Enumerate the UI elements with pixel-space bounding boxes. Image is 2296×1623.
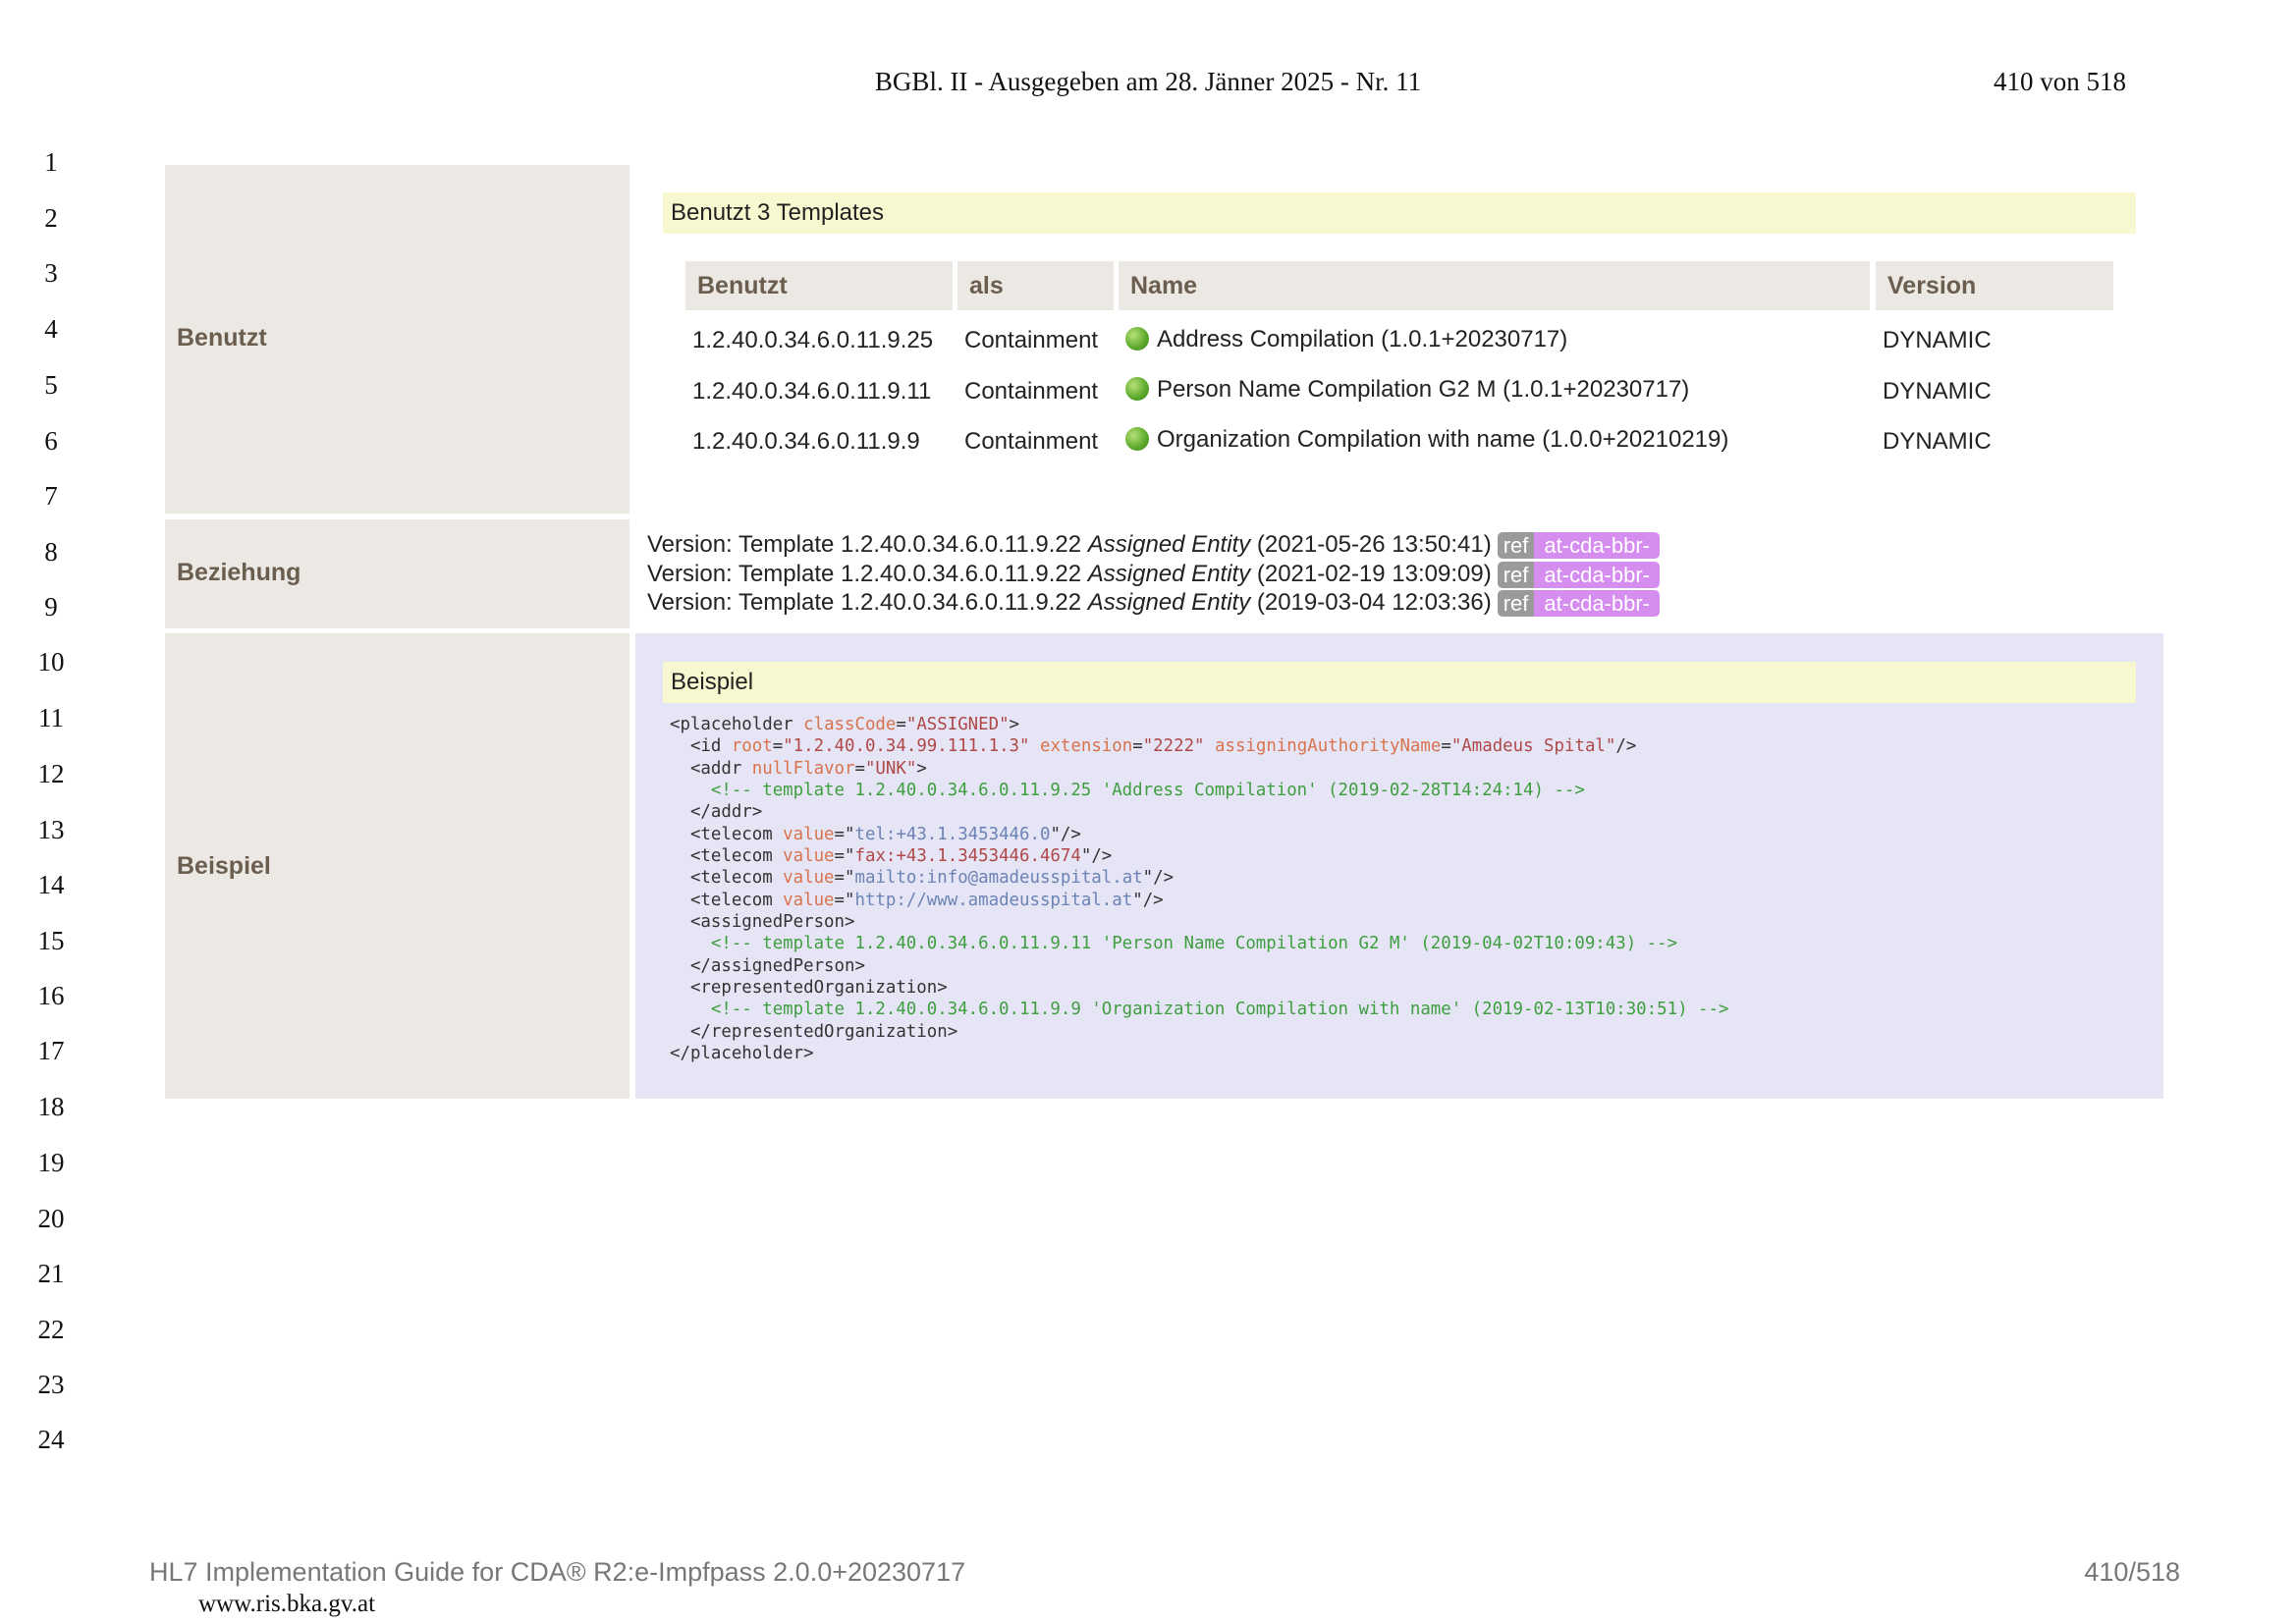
- template-name[interactable]: Person Name Compilation G2 M (1.0.1+2023…: [1125, 376, 1689, 404]
- line-number: 15: [37, 926, 65, 955]
- relationship-date: (2021‑05‑26 13:50:41): [1250, 531, 1492, 558]
- line-number: 20: [37, 1204, 65, 1233]
- status-active-icon: [1125, 326, 1149, 351]
- footer-url[interactable]: www.ris.bka.gv.at: [198, 1591, 375, 1618]
- template-version: DYNAMIC: [1883, 327, 1992, 353]
- status-active-icon: [1125, 376, 1149, 401]
- template-id: 1.2.40.0.34.6.0.11.9.25: [692, 327, 934, 353]
- benutzt-label-cell: Benutzt: [165, 165, 629, 514]
- relationship-template-name: Assigned Entity: [1087, 589, 1251, 616]
- relationship-prefix: Version: Template 1.2.40.0.34.6.0.11.9.2…: [647, 589, 1088, 616]
- relationship-date: (2021‑02‑19 13:09:09): [1250, 561, 1492, 587]
- line-number: 16: [37, 981, 65, 1010]
- template-relation: Containment: [964, 327, 1099, 353]
- beispiel-label-cell: Beispiel: [165, 633, 629, 1099]
- line-number: 17: [37, 1036, 65, 1065]
- line-number: 5: [44, 370, 58, 400]
- template-name-link[interactable]: Person Name Compilation G2 M (1.0.1+2023…: [1157, 376, 1689, 403]
- line-number: 8: [44, 537, 58, 567]
- column-header-version: Version: [1876, 261, 2113, 310]
- column-header-name: Name: [1119, 261, 1870, 310]
- template-name-link[interactable]: Organization Compilation with name (1.0.…: [1157, 426, 1728, 453]
- line-number: 13: [37, 815, 65, 844]
- document-header-title: BGBl. II - Ausgegeben am 28. Jänner 2025…: [874, 67, 1422, 96]
- line-number: 12: [37, 759, 65, 788]
- beispiel-caption: Beispiel: [663, 662, 2136, 703]
- relationship-date: (2019‑03‑04 12:03:36): [1250, 589, 1492, 616]
- beispiel-label: Beispiel: [177, 852, 271, 880]
- line-number: 22: [37, 1315, 65, 1344]
- template-relation: Containment: [964, 428, 1099, 455]
- ref-badge[interactable]: ref: [1497, 532, 1535, 560]
- template-id: 1.2.40.0.34.6.0.11.9.11: [692, 378, 932, 405]
- status-active-icon: [1125, 426, 1149, 451]
- ref-badge[interactable]: ref: [1497, 562, 1535, 589]
- document-page-number: 410 von 518: [1994, 67, 2126, 96]
- relationship-prefix: Version: Template 1.2.40.0.34.6.0.11.9.2…: [647, 561, 1088, 587]
- ref-badge[interactable]: ref: [1497, 590, 1535, 618]
- line-number: 21: [37, 1259, 65, 1288]
- benutzt-caption: Benutzt 3 Templates: [663, 192, 2136, 234]
- project-badge[interactable]: at-cda-bbr-: [1534, 532, 1660, 560]
- relationship-line: Version: Template 1.2.40.0.34.6.0.11.9.2…: [647, 530, 1660, 560]
- template-name[interactable]: Organization Compilation with name (1.0.…: [1125, 426, 1728, 454]
- line-number: 19: [37, 1148, 65, 1177]
- line-number: 3: [44, 258, 58, 288]
- line-number: 23: [37, 1370, 65, 1399]
- template-version: DYNAMIC: [1883, 428, 1992, 455]
- column-header-benutzt: Benutzt: [685, 261, 953, 310]
- project-badge[interactable]: at-cda-bbr-: [1534, 562, 1660, 589]
- footer-page-number: 410/518: [2084, 1557, 2180, 1587]
- relationship-template-name: Assigned Entity: [1087, 531, 1251, 558]
- line-number: 9: [44, 592, 58, 622]
- line-number: 14: [37, 870, 65, 899]
- line-number: 24: [37, 1425, 65, 1454]
- template-id: 1.2.40.0.34.6.0.11.9.9: [692, 428, 920, 455]
- line-number: 10: [37, 647, 65, 676]
- line-number: 2: [44, 203, 58, 233]
- line-number: 18: [37, 1092, 65, 1121]
- template-name[interactable]: Address Compilation (1.0.1+20230717): [1125, 326, 1567, 353]
- line-number: 7: [44, 481, 58, 511]
- line-number: 6: [44, 426, 58, 456]
- relationship-prefix: Version: Template 1.2.40.0.34.6.0.11.9.2…: [647, 531, 1088, 558]
- benutzt-label: Benutzt: [177, 324, 267, 352]
- example-code-block: <placeholder classCode="ASSIGNED"> <id r…: [670, 715, 1729, 1064]
- line-number: 1: [44, 147, 58, 177]
- beziehung-label: Beziehung: [177, 559, 301, 586]
- template-version: DYNAMIC: [1883, 378, 1992, 405]
- template-name-link[interactable]: Address Compilation (1.0.1+20230717): [1157, 326, 1567, 352]
- relationship-line: Version: Template 1.2.40.0.34.6.0.11.9.2…: [647, 560, 1660, 589]
- relationship-line: Version: Template 1.2.40.0.34.6.0.11.9.2…: [647, 588, 1660, 618]
- footer-guide-title: HL7 Implementation Guide for CDA® R2:e-I…: [149, 1557, 966, 1587]
- line-number: 11: [38, 703, 64, 732]
- template-relation: Containment: [964, 378, 1099, 405]
- beziehung-label-cell: Beziehung: [165, 519, 629, 628]
- line-number: 4: [44, 314, 58, 344]
- column-header-als: als: [957, 261, 1114, 310]
- project-badge[interactable]: at-cda-bbr-: [1534, 590, 1660, 618]
- relationship-template-name: Assigned Entity: [1087, 561, 1251, 587]
